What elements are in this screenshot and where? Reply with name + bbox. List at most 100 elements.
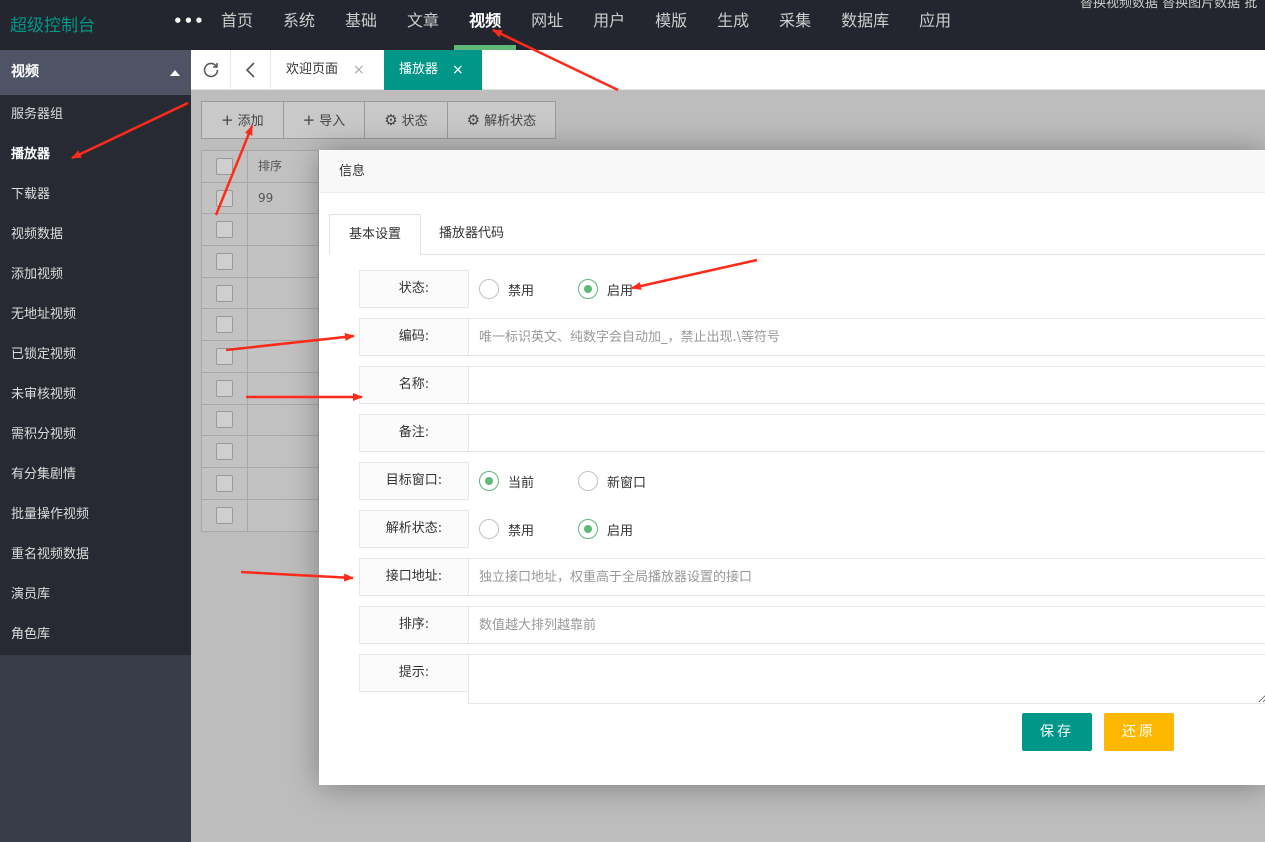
- table-header-row: 排序: [202, 151, 318, 183]
- radio-checked-icon: [578, 519, 598, 539]
- row-checkbox[interactable]: [216, 474, 233, 492]
- sidebar-group-video[interactable]: 视频: [0, 50, 191, 95]
- top-right-links[interactable]: 替换视频数据 替换图片数据 批: [1080, 0, 1257, 11]
- gear-icon: ⚙: [384, 111, 398, 129]
- tab-welcome-label: 欢迎页面: [286, 62, 339, 77]
- table-row: [202, 214, 318, 247]
- sidebar-item-duplicate-video[interactable]: 重名视频数据: [0, 535, 191, 575]
- table-row: [202, 404, 318, 437]
- parse-status-button[interactable]: ⚙ 解析状态: [448, 102, 555, 138]
- add-button[interactable]: + 添加: [202, 102, 284, 138]
- radio-unchecked-icon: [578, 471, 598, 491]
- row-checkbox[interactable]: [216, 189, 233, 207]
- top-nav-database[interactable]: 数据库: [826, 0, 904, 50]
- row-checkbox[interactable]: [216, 347, 233, 365]
- name-label: 名称:: [359, 366, 469, 404]
- top-nav-article[interactable]: 文章: [392, 0, 454, 50]
- row-checkbox[interactable]: [216, 443, 233, 461]
- tab-welcome[interactable]: 欢迎页面 ×: [271, 50, 384, 90]
- reset-button[interactable]: 还原: [1104, 713, 1174, 751]
- target-radio-new-window[interactable]: 新窗口: [578, 471, 647, 491]
- app-logo[interactable]: 超级控制台: [10, 11, 95, 36]
- sidebar-item-locked-video[interactable]: 已锁定视频: [0, 335, 191, 375]
- select-all-checkbox[interactable]: [216, 157, 233, 175]
- note-label: 备注:: [359, 414, 469, 452]
- status-radio-group: 禁用 启用: [479, 270, 677, 308]
- top-nav-template[interactable]: 模版: [640, 0, 702, 50]
- target-radio-current[interactable]: 当前: [479, 471, 548, 491]
- more-menu-button[interactable]: •••: [173, 12, 205, 30]
- parse-radio-enable[interactable]: 启用: [578, 519, 647, 539]
- top-nav-system[interactable]: 系统: [268, 0, 330, 50]
- sidebar-group-label: 视频: [11, 64, 39, 80]
- status-radio-enable[interactable]: 启用: [578, 279, 647, 299]
- top-nav-collect[interactable]: 采集: [764, 0, 826, 50]
- tab-player-code[interactable]: 播放器代码: [420, 214, 523, 255]
- top-nav-home[interactable]: 首页: [206, 0, 268, 50]
- close-icon[interactable]: ×: [452, 50, 464, 90]
- status-button[interactable]: ⚙ 状态: [365, 102, 448, 138]
- row-checkbox[interactable]: [216, 379, 233, 397]
- sort-label: 排序:: [359, 606, 469, 644]
- parse-radio-disable[interactable]: 禁用: [479, 519, 548, 539]
- import-button[interactable]: + 导入: [284, 102, 366, 138]
- refresh-button[interactable]: [191, 50, 231, 90]
- top-nav-user[interactable]: 用户: [578, 0, 640, 50]
- target-window-label: 目标窗口:: [359, 462, 469, 500]
- radio-checked-icon: [578, 279, 598, 299]
- tip-textarea[interactable]: [468, 654, 1265, 704]
- plus-icon: +: [221, 111, 234, 129]
- sidebar-item-no-url-video[interactable]: 无地址视频: [0, 295, 191, 335]
- sort-input[interactable]: [468, 606, 1265, 644]
- parse-status-radio-group: 禁用 启用: [479, 510, 677, 548]
- parse-status-label: 解析状态:: [359, 510, 469, 548]
- api-url-input[interactable]: [468, 558, 1265, 596]
- code-input[interactable]: [468, 318, 1265, 356]
- sidebar-item-actors[interactable]: 演员库: [0, 575, 191, 615]
- name-input[interactable]: [468, 366, 1265, 404]
- sidebar-item-player[interactable]: 播放器: [0, 135, 191, 175]
- import-button-label: 导入: [319, 114, 346, 129]
- table-row: [202, 309, 318, 342]
- top-nav-website[interactable]: 网址: [516, 0, 578, 50]
- target-option-new-window: 新窗口: [607, 475, 647, 491]
- radio-checked-icon: [479, 471, 499, 491]
- row-checkbox[interactable]: [216, 284, 233, 302]
- parse-status-button-label: 解析状态: [484, 114, 537, 129]
- sidebar-item-unreviewed-video[interactable]: 未审核视频: [0, 375, 191, 415]
- back-button[interactable]: [231, 50, 271, 90]
- top-nav-basic[interactable]: 基础: [330, 0, 392, 50]
- status-radio-disable[interactable]: 禁用: [479, 279, 548, 299]
- gear-icon: ⚙: [466, 111, 481, 129]
- sidebar-item-roles[interactable]: 角色库: [0, 615, 191, 655]
- add-button-label: 添加: [237, 114, 264, 129]
- row-checkbox[interactable]: [216, 411, 233, 429]
- sidebar-item-episode-plot[interactable]: 有分集剧情: [0, 455, 191, 495]
- top-nav-video[interactable]: 视频: [454, 0, 517, 50]
- table-row: [202, 246, 318, 278]
- table-row: [202, 341, 318, 373]
- sidebar-item-points-video[interactable]: 需积分视频: [0, 415, 191, 455]
- sidebar-item-add-video[interactable]: 添加视频: [0, 255, 191, 295]
- plus-icon: +: [302, 111, 316, 129]
- top-nav-apps[interactable]: 应用: [904, 0, 966, 50]
- code-label: 编码:: [359, 318, 469, 356]
- parse-option-enable: 启用: [607, 523, 634, 539]
- sidebar-item-downloader[interactable]: 下载器: [0, 175, 191, 215]
- row-checkbox[interactable]: [216, 221, 233, 239]
- tab-player[interactable]: 播放器 ×: [384, 50, 482, 90]
- target-window-radio-group: 当前 新窗口: [479, 462, 677, 500]
- sidebar-item-video-data[interactable]: 视频数据: [0, 215, 191, 255]
- note-input[interactable]: [468, 414, 1265, 452]
- sidebar-item-batch-video[interactable]: 批量操作视频: [0, 495, 191, 535]
- radio-unchecked-icon: [479, 279, 499, 299]
- row-checkbox[interactable]: [216, 316, 233, 334]
- close-icon[interactable]: ×: [353, 50, 365, 90]
- row-checkbox[interactable]: [216, 252, 233, 270]
- tab-basic-settings[interactable]: 基本设置: [329, 214, 422, 255]
- row-checkbox[interactable]: [216, 506, 233, 524]
- save-button[interactable]: 保存: [1022, 713, 1092, 751]
- table-header-sort: 排序: [258, 159, 283, 173]
- sidebar-item-server-group[interactable]: 服务器组: [0, 95, 191, 135]
- top-nav-generate[interactable]: 生成: [702, 0, 764, 50]
